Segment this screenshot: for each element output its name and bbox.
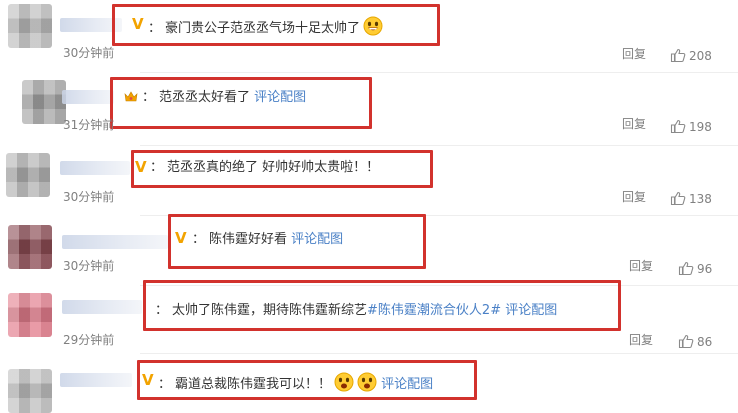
avatar[interactable] xyxy=(8,225,52,269)
reply-button[interactable]: 回复 xyxy=(622,189,646,205)
like-button[interactable]: 198 xyxy=(670,118,712,135)
highlight-box xyxy=(112,4,440,46)
comment-item: V ：霸道总裁陈伟霆我可以！！ 评论配图 xyxy=(0,355,738,413)
like-button[interactable]: 86 xyxy=(678,333,712,350)
avatar[interactable] xyxy=(8,4,52,48)
comment-time: 30分钟前 xyxy=(63,190,115,204)
comment-time: 31分钟前 xyxy=(63,118,115,132)
avatar[interactable] xyxy=(6,153,50,197)
comment-time: 30分钟前 xyxy=(63,46,115,60)
comment-item: V ：陈伟霆好好看 评论配图 30分钟前 回复 96 xyxy=(0,214,738,285)
reply-button[interactable]: 回复 xyxy=(622,46,646,62)
like-count: 96 xyxy=(697,262,713,276)
comment-item: V ：范丞丞真的绝了 好帅好帅太贵啦！！ 30分钟前 回复 138 xyxy=(0,147,738,215)
like-count: 138 xyxy=(689,192,712,206)
thumbs-up-icon xyxy=(678,261,694,276)
like-count: 208 xyxy=(689,49,712,63)
divider xyxy=(140,353,738,354)
like-count: 198 xyxy=(689,120,712,134)
highlight-box xyxy=(110,77,372,129)
like-button[interactable]: 208 xyxy=(670,47,712,64)
highlight-box xyxy=(131,150,433,188)
comment-item: ：范丞丞太好看了 评论配图 31分钟前 回复 198 xyxy=(0,74,738,144)
like-button[interactable]: 96 xyxy=(678,260,712,277)
avatar[interactable] xyxy=(22,80,66,124)
avatar[interactable] xyxy=(8,369,52,413)
divider xyxy=(140,72,738,73)
like-button[interactable]: 138 xyxy=(670,190,712,207)
reply-button[interactable]: 回复 xyxy=(629,332,653,348)
reply-button[interactable]: 回复 xyxy=(622,116,646,132)
highlight-box xyxy=(137,360,477,400)
username-blurred[interactable] xyxy=(62,235,168,249)
thumbs-up-icon xyxy=(670,119,686,134)
highlight-box xyxy=(143,280,621,331)
comment-time: 30分钟前 xyxy=(63,259,115,273)
thumbs-up-icon xyxy=(670,191,686,206)
reply-button[interactable]: 回复 xyxy=(629,258,653,274)
divider xyxy=(140,145,738,146)
avatar[interactable] xyxy=(8,293,52,337)
thumbs-up-icon xyxy=(670,48,686,63)
thumbs-up-icon xyxy=(678,334,694,349)
comment-item: V ：豪门贵公子范丞丞气场十足太帅了 30分钟前 回复 208 xyxy=(0,0,738,70)
comment-time: 29分钟前 xyxy=(63,333,115,347)
username-blurred[interactable] xyxy=(62,90,114,104)
username-blurred[interactable] xyxy=(62,300,142,314)
like-count: 86 xyxy=(697,335,713,349)
username-blurred[interactable] xyxy=(60,373,132,387)
comment-item: ：太帅了陈伟霆，期待陈伟霆新综艺#陈伟霆潮流合伙人2# 评论配图 29分钟前 回… xyxy=(0,280,738,353)
username-blurred[interactable] xyxy=(60,161,130,175)
highlight-box xyxy=(168,214,426,269)
